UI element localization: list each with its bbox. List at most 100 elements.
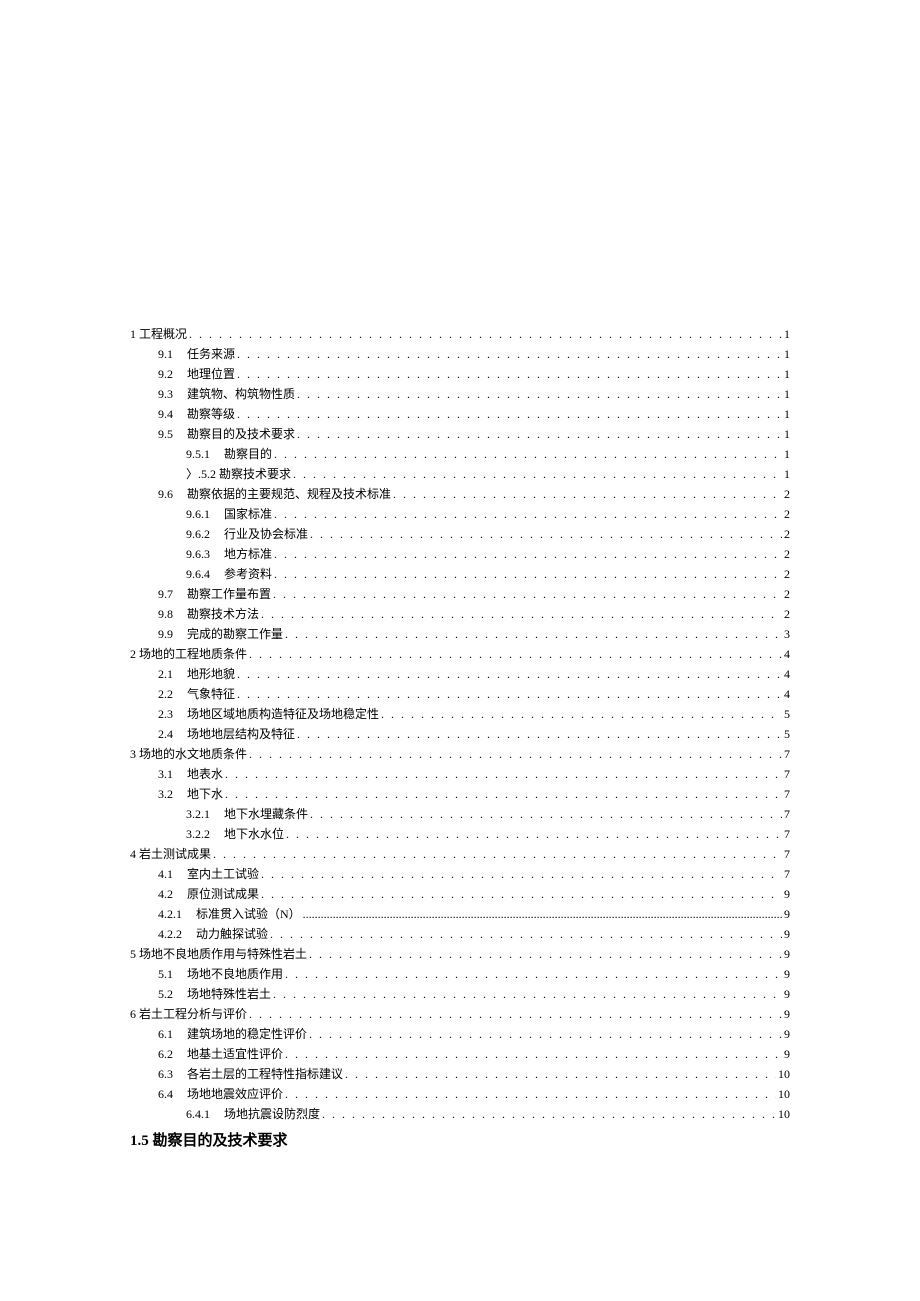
toc-page-number: 1 [782,325,790,343]
toc-leader-dots [187,325,782,343]
toc-entry: 9.5.1勘察目的1 [130,445,790,463]
toc-leader-dots [343,1065,776,1083]
toc-title: 各岩土层的工程特性指标建议 [187,1065,343,1083]
toc-leader-dots [283,625,782,643]
toc-page-number: 9 [782,1045,790,1063]
toc-number: 9.8 [158,605,173,623]
toc-number: 5.1 [158,965,173,983]
toc-page-number: 4 [782,685,790,703]
toc-leader-dots [307,945,782,963]
toc-page-number: 2 [782,485,790,503]
toc-leader-dots [272,545,782,563]
toc-title: 5 场地不良地质作用与特殊性岩土 [130,945,307,963]
toc-entry: 4.2.2动力触探试验9 [130,925,790,943]
toc-title: 气象特征 [187,685,235,703]
toc-leader-dots [283,965,782,983]
toc-title: 室内土工试验 [187,865,259,883]
toc-page-number: 9 [782,905,790,923]
toc-page-number: 9 [782,945,790,963]
toc-page-number: 10 [776,1085,790,1103]
toc-entry: 9.2地理位置1 [130,365,790,383]
toc-entry: 4.2原位测试成果9 [130,885,790,903]
toc-leader-dots [379,705,782,723]
toc-page-number: 3 [782,625,790,643]
toc-title: 场地不良地质作用 [187,965,283,983]
toc-leader-dots [259,605,782,623]
toc-leader-dots [295,425,782,443]
toc-number: 9.6 [158,485,173,503]
toc-page-number: 1 [782,365,790,383]
toc-entry: 9.6.3地方标准2 [130,545,790,563]
toc-number: 2.1 [158,665,173,683]
toc-number: 2.3 [158,705,173,723]
toc-leader-dots [259,885,782,903]
toc-number: 9.3 [158,385,173,403]
toc-entry: 9.3建筑物、构筑物性质1 [130,385,790,403]
toc-title: 场地特殊性岩土 [187,985,271,1003]
toc-page-number: 1 [782,345,790,363]
toc-page-number: 7 [782,805,790,823]
toc-number: 5.2 [158,985,173,1003]
toc-entry: 〉.5.2 勘察技术要求 1 [130,465,790,483]
toc-page-number: 10 [776,1065,790,1083]
toc-entry: 6 岩土工程分析与评价9 [130,1005,790,1023]
toc-leader-dots [291,465,782,483]
toc-entry: 4.2.1标准贯入试验（N）9 [130,905,790,923]
toc-number: 2.4 [158,725,173,743]
toc-title: 勘察工作量布置 [187,585,271,603]
table-of-contents: 1 工程概况19.1任务来源19.2地理位置19.3建筑物、构筑物性质19.4勘… [130,325,790,1123]
toc-entry: 9.6.1国家标准2 [130,505,790,523]
toc-page-number: 10 [776,1105,790,1123]
toc-page-number: 1 [782,465,790,483]
toc-number: 6.1 [158,1025,173,1043]
toc-leader-dots [235,365,782,383]
toc-title: 勘察目的 [224,445,272,463]
toc-title: 地方标准 [224,545,272,563]
toc-number: 9.4 [158,405,173,423]
toc-title: 动力触探试验 [196,925,268,943]
toc-page-number: 7 [782,865,790,883]
toc-entry: 6.1建筑场地的稳定性评价9 [130,1025,790,1043]
toc-page-number: 5 [782,705,790,723]
toc-number: 6.3 [158,1065,173,1083]
toc-page-number: 1 [782,405,790,423]
toc-entry: 5.1场地不良地质作用9 [130,965,790,983]
toc-title: 勘察依据的主要规范、规程及技术标准 [187,485,391,503]
toc-leader-dots [308,805,782,823]
toc-leader-dots [259,865,782,883]
toc-leader-dots [235,685,782,703]
toc-leader-dots [247,745,782,763]
toc-page-number: 9 [782,985,790,1003]
toc-number: 9.6.1 [186,505,210,523]
toc-leader-dots [284,825,782,843]
toc-entry: 2 场地的工程地质条件4 [130,645,790,663]
toc-entry: 9.6.4参考资料2 [130,565,790,583]
toc-entry: 3.1地表水7 [130,765,790,783]
toc-entry: 2.2气象特征4 [130,685,790,703]
toc-leader-dots [272,565,782,583]
toc-number: 3.2 [158,785,173,803]
toc-leader-dots [235,345,782,363]
toc-number: 9.6.3 [186,545,210,563]
toc-entry: 6.4.1场地抗震设防烈度10 [130,1105,790,1123]
toc-leader-dots [271,585,782,603]
toc-title: 地基土适宜性评价 [187,1045,283,1063]
toc-title: 地表水 [187,765,223,783]
toc-title: 标准贯入试验（N） [196,905,301,923]
toc-entry: 9.4 勘察等级 1 [130,405,790,423]
toc-page-number: 7 [782,785,790,803]
toc-entry: 5.2 场地特殊性岩土 9 [130,985,790,1003]
toc-number: 3.2.2 [186,825,210,843]
section-heading: 1.5 勘察目的及技术要求 [130,1129,790,1150]
toc-leader-dots [211,845,782,863]
toc-leader-dots [308,525,782,543]
toc-title: 勘察等级 [187,405,235,423]
toc-title: 场地区域地质构造特征及场地稳定性 [187,705,379,723]
toc-title: 〉.5.2 勘察技术要求 [186,465,291,483]
toc-number: 6.4.1 [186,1105,210,1123]
toc-leader-dots [283,1045,782,1063]
toc-page-number: 7 [782,745,790,763]
toc-entry: 6.4场地地震效应评价10 [130,1085,790,1103]
toc-entry: 4 岩土测试成果7 [130,845,790,863]
toc-leader-dots [223,765,782,783]
